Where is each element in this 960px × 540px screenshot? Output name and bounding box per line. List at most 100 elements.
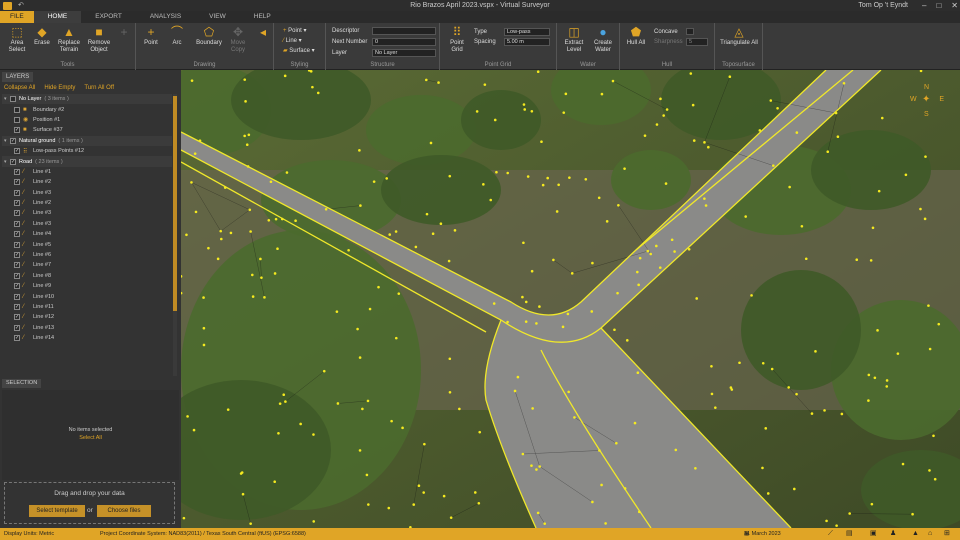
- survey-point[interactable]: [710, 392, 714, 396]
- layer-item-row[interactable]: ✓ ⁄ Line #7: [2, 260, 172, 270]
- survey-point[interactable]: [573, 416, 576, 419]
- survey-point[interactable]: [198, 139, 202, 143]
- survey-point[interactable]: [531, 407, 534, 410]
- survey-point[interactable]: [541, 183, 545, 187]
- survey-point[interactable]: [877, 189, 881, 193]
- survey-point[interactable]: [928, 469, 931, 472]
- survey-point[interactable]: [202, 326, 206, 330]
- survey-point[interactable]: [567, 390, 570, 394]
- survey-point[interactable]: [658, 266, 662, 269]
- survey-point[interactable]: [368, 307, 372, 311]
- survey-point[interactable]: [273, 272, 277, 275]
- layer-item-row[interactable]: ✓ ⁄ Line #10: [2, 291, 172, 301]
- survey-point[interactable]: [804, 257, 808, 261]
- survey-point[interactable]: [591, 261, 594, 265]
- survey-point[interactable]: [538, 465, 541, 468]
- erase-button[interactable]: ◆ Erase: [31, 26, 53, 47]
- visibility-checkbox[interactable]: ✓: [14, 168, 20, 175]
- layer-item-row[interactable]: ✓ ⁄ Line #2: [2, 198, 172, 208]
- survey-point[interactable]: [248, 208, 252, 212]
- survey-point[interactable]: [535, 322, 538, 325]
- survey-point[interactable]: [795, 131, 799, 134]
- survey-point[interactable]: [617, 203, 620, 207]
- survey-point[interactable]: [251, 295, 255, 298]
- minimize-icon[interactable]: –: [922, 0, 926, 11]
- survey-point[interactable]: [361, 407, 364, 411]
- survey-point[interactable]: [834, 111, 838, 115]
- compass[interactable]: N E S W ✦: [910, 84, 944, 118]
- survey-point[interactable]: [633, 421, 637, 425]
- survey-point[interactable]: [442, 494, 446, 498]
- 3d-viewport[interactable]: N E S W ✦: [181, 70, 960, 528]
- undo-icon[interactable]: ↶: [18, 0, 24, 11]
- survey-point[interactable]: [278, 402, 282, 405]
- map-icon[interactable]: ▤: [846, 528, 853, 540]
- survey-point[interactable]: [604, 522, 607, 525]
- survey-point[interactable]: [911, 512, 914, 516]
- select-all-link[interactable]: Select All: [2, 434, 179, 442]
- survey-point[interactable]: [335, 310, 339, 313]
- survey-point[interactable]: [417, 484, 421, 488]
- layer-item-row[interactable]: ✓ ■ Surface #37: [2, 125, 172, 135]
- survey-point[interactable]: [835, 524, 838, 527]
- survey-point[interactable]: [530, 110, 534, 113]
- layer-item-row[interactable]: ✓ ⁄ Line #12: [2, 312, 172, 322]
- user-name[interactable]: Tom Op 't Eyndt: [858, 0, 908, 11]
- survey-point[interactable]: [482, 183, 485, 186]
- survey-point[interactable]: [458, 407, 461, 411]
- surface-style-dropdown[interactable]: ▰ Surface ▾: [283, 47, 315, 55]
- survey-point[interactable]: [365, 473, 369, 477]
- survey-point[interactable]: [867, 373, 871, 377]
- grid-spacing-input[interactable]: 5.00 m: [504, 38, 550, 46]
- survey-point[interactable]: [506, 171, 510, 175]
- survey-point[interactable]: [190, 79, 194, 82]
- layer-scrollbar[interactable]: [173, 94, 177, 376]
- survey-point[interactable]: [557, 183, 560, 187]
- survey-point[interactable]: [761, 361, 765, 365]
- extract-level-button[interactable]: ◫ Extract Level: [561, 26, 587, 54]
- visibility-checkbox[interactable]: [14, 106, 20, 113]
- survey-point[interactable]: [867, 399, 870, 402]
- survey-point[interactable]: [388, 233, 392, 236]
- survey-point[interactable]: [202, 296, 205, 299]
- survey-point[interactable]: [848, 512, 851, 515]
- visibility-checkbox[interactable]: [14, 116, 20, 123]
- survey-point[interactable]: [259, 257, 262, 261]
- chart-icon[interactable]: ⟋: [828, 528, 833, 540]
- tab-layers[interactable]: LAYERS: [2, 72, 34, 82]
- survey-point[interactable]: [453, 229, 457, 232]
- remove-object-button[interactable]: ■ Remove Object: [85, 26, 113, 54]
- layer-item-row[interactable]: ✓ ⁄ Line #13: [2, 323, 172, 333]
- survey-point[interactable]: [800, 224, 804, 228]
- layer-item-row[interactable]: ✓ ⁄ Line #9: [2, 281, 172, 291]
- survey-point[interactable]: [394, 336, 398, 340]
- survey-point[interactable]: [524, 320, 528, 323]
- layer-item-row[interactable]: ✓ ⁄ Line #14: [2, 333, 172, 343]
- survey-point[interactable]: [673, 250, 676, 253]
- concave-checkbox[interactable]: [686, 28, 694, 35]
- survey-point[interactable]: [570, 272, 574, 275]
- survey-point[interactable]: [483, 83, 487, 86]
- survey-point[interactable]: [870, 502, 874, 506]
- survey-point[interactable]: [924, 155, 927, 158]
- survey-point[interactable]: [397, 292, 401, 295]
- visibility-checkbox[interactable]: ✓: [10, 137, 16, 144]
- survey-point[interactable]: [665, 108, 669, 111]
- home-icon[interactable]: ⌂: [928, 528, 932, 540]
- area-select-button[interactable]: ⬚ Area Select: [3, 26, 31, 54]
- survey-point[interactable]: [904, 173, 908, 177]
- layer-select[interactable]: No Layer: [372, 49, 436, 57]
- survey-point[interactable]: [425, 212, 429, 216]
- survey-point[interactable]: [439, 222, 443, 226]
- survey-point[interactable]: [249, 522, 252, 525]
- terrain-view-icon[interactable]: ▲: [912, 528, 919, 540]
- grid-type-select[interactable]: Low-pass: [504, 28, 550, 36]
- survey-point[interactable]: [814, 350, 817, 353]
- survey-point[interactable]: [704, 204, 708, 207]
- survey-point[interactable]: [825, 519, 828, 523]
- survey-point[interactable]: [366, 399, 370, 403]
- layer-item-row[interactable]: ■ Boundary #2: [2, 104, 172, 114]
- tab-selection[interactable]: SELECTION: [2, 379, 42, 388]
- survey-point[interactable]: [788, 185, 791, 189]
- survey-point[interactable]: [394, 230, 398, 233]
